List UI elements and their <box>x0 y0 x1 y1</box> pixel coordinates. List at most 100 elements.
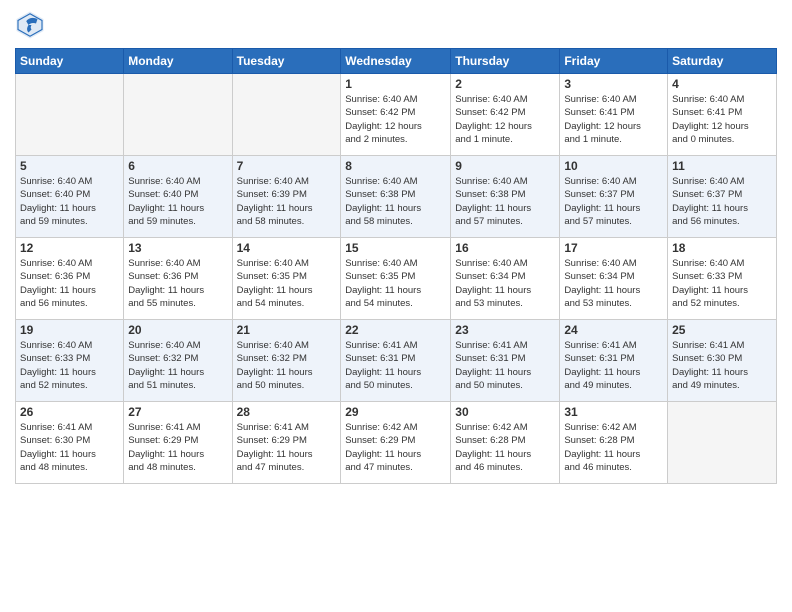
calendar-day-cell: 24Sunrise: 6:41 AM Sunset: 6:31 PM Dayli… <box>560 320 668 402</box>
calendar-day-cell: 4 Sunrise: 6:40 AM Sunset: 6:41 PM Daylig… <box>668 74 777 156</box>
day-info: Sunrise: 6:40 AM Sunset: 6:38 PM Dayligh… <box>455 175 555 228</box>
calendar-day-cell <box>668 402 777 484</box>
calendar-day-cell: 1 Sunrise: 6:40 AM Sunset: 6:42 PM Daylig… <box>341 74 451 156</box>
calendar-day-header: Tuesday <box>232 49 341 74</box>
calendar-day-cell: 14 Sunrise: 6:40 AM Sunset: 6:35 PM Dayli… <box>232 238 341 320</box>
day-number: 22 <box>345 323 446 337</box>
calendar-day-cell: 10 Sunrise: 6:40 AM Sunset: 6:37 PM Dayli… <box>560 156 668 238</box>
day-number: 11 <box>672 159 772 173</box>
calendar-day-cell: 3 Sunrise: 6:40 AM Sunset: 6:41 PM Daylig… <box>560 74 668 156</box>
day-info: Sunrise: 6:40 AM Sunset: 6:42 PM Dayligh… <box>345 93 446 146</box>
day-info: Sunrise: 6:40 AM Sunset: 6:40 PM Dayligh… <box>128 175 227 228</box>
day-number: 29 <box>345 405 446 419</box>
day-number: 20 <box>128 323 227 337</box>
day-number: 15 <box>345 241 446 255</box>
calendar-day-cell: 17 Sunrise: 6:40 AM Sunset: 6:34 PM Dayli… <box>560 238 668 320</box>
day-number: 1 <box>345 77 446 91</box>
day-number: 4 <box>672 77 772 91</box>
day-info: Sunrise: 6:41 AM Sunset: 6:30 PM Dayligh… <box>672 339 772 392</box>
calendar-day-header: Sunday <box>16 49 124 74</box>
day-info: Sunrise: 6:41 AM Sunset: 6:30 PM Dayligh… <box>20 421 119 474</box>
day-info: Sunrise: 6:40 AM Sunset: 6:35 PM Dayligh… <box>237 257 337 310</box>
calendar-day-cell: 2 Sunrise: 6:40 AM Sunset: 6:42 PM Daylig… <box>451 74 560 156</box>
day-info: Sunrise: 6:40 AM Sunset: 6:37 PM Dayligh… <box>564 175 663 228</box>
day-number: 16 <box>455 241 555 255</box>
day-number: 17 <box>564 241 663 255</box>
logo <box>15 10 49 40</box>
day-info: Sunrise: 6:40 AM Sunset: 6:42 PM Dayligh… <box>455 93 555 146</box>
day-number: 8 <box>345 159 446 173</box>
day-number: 6 <box>128 159 227 173</box>
calendar-day-cell: 31Sunrise: 6:42 AM Sunset: 6:28 PM Dayli… <box>560 402 668 484</box>
day-info: Sunrise: 6:42 AM Sunset: 6:29 PM Dayligh… <box>345 421 446 474</box>
day-info: Sunrise: 6:40 AM Sunset: 6:38 PM Dayligh… <box>345 175 446 228</box>
calendar-day-cell: 5 Sunrise: 6:40 AM Sunset: 6:40 PM Daylig… <box>16 156 124 238</box>
day-number: 3 <box>564 77 663 91</box>
calendar-week-row: 1 Sunrise: 6:40 AM Sunset: 6:42 PM Daylig… <box>16 74 777 156</box>
calendar-day-header: Friday <box>560 49 668 74</box>
calendar-table: SundayMondayTuesdayWednesdayThursdayFrid… <box>15 48 777 484</box>
calendar-header-row: SundayMondayTuesdayWednesdayThursdayFrid… <box>16 49 777 74</box>
calendar-day-cell: 20Sunrise: 6:40 AM Sunset: 6:32 PM Dayli… <box>124 320 232 402</box>
day-number: 21 <box>237 323 337 337</box>
day-number: 9 <box>455 159 555 173</box>
day-info: Sunrise: 6:40 AM Sunset: 6:37 PM Dayligh… <box>672 175 772 228</box>
day-number: 18 <box>672 241 772 255</box>
day-number: 27 <box>128 405 227 419</box>
calendar-day-cell: 22 Sunrise: 6:41 AM Sunset: 6:31 PM Dayli… <box>341 320 451 402</box>
calendar-day-cell: 12 Sunrise: 6:40 AM Sunset: 6:36 PM Dayli… <box>16 238 124 320</box>
day-info: Sunrise: 6:40 AM Sunset: 6:32 PM Dayligh… <box>237 339 337 392</box>
day-info: Sunrise: 6:40 AM Sunset: 6:33 PM Dayligh… <box>672 257 772 310</box>
calendar-day-cell: 21 Sunrise: 6:40 AM Sunset: 6:32 PM Dayli… <box>232 320 341 402</box>
day-info: Sunrise: 6:40 AM Sunset: 6:35 PM Dayligh… <box>345 257 446 310</box>
calendar-day-cell: 15 Sunrise: 6:40 AM Sunset: 6:35 PM Dayli… <box>341 238 451 320</box>
calendar-day-cell: 6 Sunrise: 6:40 AM Sunset: 6:40 PM Daylig… <box>124 156 232 238</box>
day-info: Sunrise: 6:41 AM Sunset: 6:31 PM Dayligh… <box>564 339 663 392</box>
day-number: 31 <box>564 405 663 419</box>
day-number: 7 <box>237 159 337 173</box>
calendar-day-cell: 30 Sunrise: 6:42 AM Sunset: 6:28 PM Dayli… <box>451 402 560 484</box>
day-info: Sunrise: 6:40 AM Sunset: 6:33 PM Dayligh… <box>20 339 119 392</box>
calendar-week-row: 19 Sunrise: 6:40 AM Sunset: 6:33 PM Dayli… <box>16 320 777 402</box>
calendar-day-cell: 25 Sunrise: 6:41 AM Sunset: 6:30 PM Dayli… <box>668 320 777 402</box>
calendar-day-cell: 8 Sunrise: 6:40 AM Sunset: 6:38 PM Daylig… <box>341 156 451 238</box>
calendar-day-cell <box>16 74 124 156</box>
calendar-day-cell: 18 Sunrise: 6:40 AM Sunset: 6:33 PM Dayli… <box>668 238 777 320</box>
day-info: Sunrise: 6:40 AM Sunset: 6:40 PM Dayligh… <box>20 175 119 228</box>
calendar-day-cell: 9 Sunrise: 6:40 AM Sunset: 6:38 PM Daylig… <box>451 156 560 238</box>
day-info: Sunrise: 6:41 AM Sunset: 6:29 PM Dayligh… <box>128 421 227 474</box>
day-info: Sunrise: 6:40 AM Sunset: 6:34 PM Dayligh… <box>564 257 663 310</box>
calendar-day-cell: 7 Sunrise: 6:40 AM Sunset: 6:39 PM Daylig… <box>232 156 341 238</box>
calendar-day-cell: 27 Sunrise: 6:41 AM Sunset: 6:29 PM Dayli… <box>124 402 232 484</box>
day-info: Sunrise: 6:41 AM Sunset: 6:31 PM Dayligh… <box>455 339 555 392</box>
calendar-day-cell: 19 Sunrise: 6:40 AM Sunset: 6:33 PM Dayli… <box>16 320 124 402</box>
day-info: Sunrise: 6:40 AM Sunset: 6:41 PM Dayligh… <box>564 93 663 146</box>
day-info: Sunrise: 6:40 AM Sunset: 6:41 PM Dayligh… <box>672 93 772 146</box>
day-number: 5 <box>20 159 119 173</box>
day-info: Sunrise: 6:41 AM Sunset: 6:29 PM Dayligh… <box>237 421 337 474</box>
calendar-day-cell: 26Sunrise: 6:41 AM Sunset: 6:30 PM Dayli… <box>16 402 124 484</box>
logo-icon <box>15 10 45 40</box>
calendar-week-row: 26Sunrise: 6:41 AM Sunset: 6:30 PM Dayli… <box>16 402 777 484</box>
calendar-day-cell: 29 Sunrise: 6:42 AM Sunset: 6:29 PM Dayli… <box>341 402 451 484</box>
day-number: 13 <box>128 241 227 255</box>
day-number: 2 <box>455 77 555 91</box>
day-number: 25 <box>672 323 772 337</box>
calendar-week-row: 5 Sunrise: 6:40 AM Sunset: 6:40 PM Daylig… <box>16 156 777 238</box>
day-info: Sunrise: 6:40 AM Sunset: 6:36 PM Dayligh… <box>20 257 119 310</box>
calendar-day-header: Wednesday <box>341 49 451 74</box>
day-number: 14 <box>237 241 337 255</box>
day-number: 28 <box>237 405 337 419</box>
day-info: Sunrise: 6:42 AM Sunset: 6:28 PM Dayligh… <box>455 421 555 474</box>
page-header <box>15 10 777 40</box>
day-info: Sunrise: 6:41 AM Sunset: 6:31 PM Dayligh… <box>345 339 446 392</box>
day-number: 19 <box>20 323 119 337</box>
day-info: Sunrise: 6:40 AM Sunset: 6:39 PM Dayligh… <box>237 175 337 228</box>
day-number: 30 <box>455 405 555 419</box>
calendar-day-cell: 16 Sunrise: 6:40 AM Sunset: 6:34 PM Dayli… <box>451 238 560 320</box>
calendar-day-cell: 13Sunrise: 6:40 AM Sunset: 6:36 PM Dayli… <box>124 238 232 320</box>
day-number: 10 <box>564 159 663 173</box>
day-info: Sunrise: 6:40 AM Sunset: 6:34 PM Dayligh… <box>455 257 555 310</box>
day-number: 12 <box>20 241 119 255</box>
calendar-day-cell <box>232 74 341 156</box>
